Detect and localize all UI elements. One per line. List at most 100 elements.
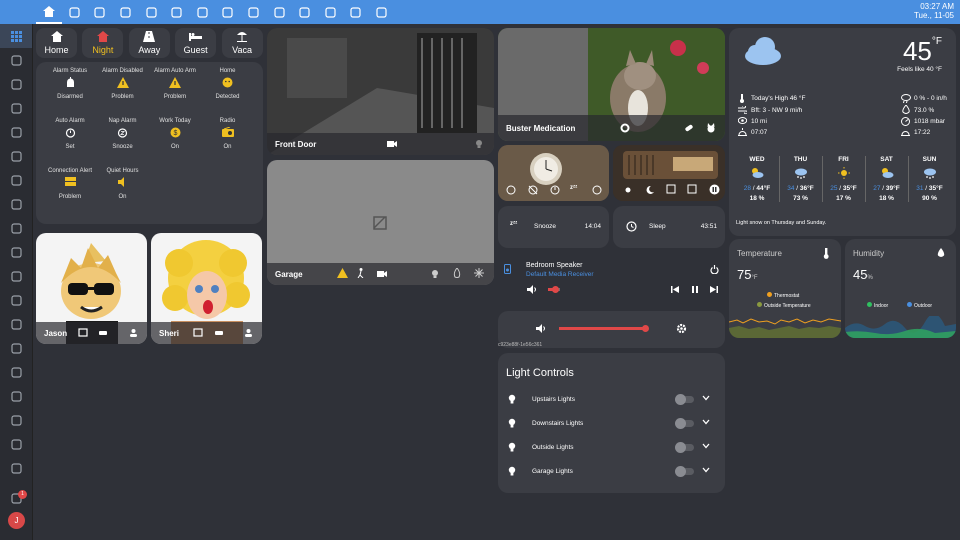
light-bulb-icon[interactable]	[475, 139, 483, 149]
tab-home[interactable]	[36, 0, 62, 24]
light-toggle[interactable]	[675, 394, 694, 405]
power-icon[interactable]	[710, 265, 719, 274]
mode-guest-button[interactable]: Guest	[175, 28, 217, 58]
sidebar-item-tools[interactable]	[0, 168, 32, 192]
tab-washer[interactable]	[215, 0, 241, 24]
snooze-timer-card[interactable]: zᶻᶻ Snooze 14:04	[498, 206, 609, 248]
sidebar-item-box[interactable]	[0, 216, 32, 240]
sidebar-item-puzzle[interactable]	[0, 432, 32, 456]
pill-icon[interactable]	[684, 123, 694, 133]
light-row-outside-lights[interactable]: Outside Lights	[508, 439, 710, 455]
mode-night-button[interactable]: Night	[82, 28, 124, 58]
tab-garage[interactable]	[190, 0, 216, 24]
alarm-cell-alarm-status[interactable]: Alarm Status Disarmed	[45, 68, 95, 100]
sidebar-item-logbook[interactable]	[0, 72, 32, 96]
sidebar-item-bell[interactable]: 1	[0, 486, 33, 510]
garage-camera[interactable]: Garage	[267, 160, 494, 285]
chevron-down-icon[interactable]	[702, 467, 710, 473]
sidebar-item-map[interactable]	[0, 48, 32, 72]
alarm-snooze-icon[interactable]	[592, 185, 602, 195]
sidebar-item-fish[interactable]	[0, 312, 32, 336]
sidebar-item-avatar[interactable]: J	[0, 508, 33, 532]
gear-icon[interactable]	[620, 123, 630, 133]
sidebar-item-gauge[interactable]	[0, 192, 32, 216]
video-icon[interactable]	[387, 139, 397, 148]
chevron-down-icon[interactable]	[702, 443, 710, 449]
tab-car[interactable]	[266, 0, 292, 24]
person-card-sheri[interactable]: Sheri	[151, 233, 262, 344]
tab-thermometer[interactable]	[138, 0, 164, 24]
volume-slider[interactable]	[559, 325, 649, 332]
sidebar-item-braces[interactable]	[0, 144, 32, 168]
light-row-upstairs-lights[interactable]: Upstairs Lights	[508, 391, 710, 407]
sidebar-item-grid[interactable]	[0, 24, 32, 48]
sidebar-item-shield[interactable]	[0, 120, 32, 144]
moon-icon[interactable]	[645, 185, 655, 195]
sidebar-item-terminal[interactable]	[0, 360, 32, 384]
volume-icon[interactable]	[536, 324, 546, 333]
alarm-clock-icon[interactable]	[506, 185, 516, 195]
alarm-cell-connection-alert[interactable]: Connection Alert Problem	[45, 168, 95, 200]
tab-people[interactable]	[87, 0, 113, 24]
tab-calendar[interactable]	[113, 0, 139, 24]
video-icon[interactable]	[377, 269, 387, 278]
alarm-cell-nap-alarm[interactable]: Nap Alarm Snooze	[98, 118, 148, 150]
skip-previous-icon[interactable]	[671, 285, 679, 294]
sleep-icon[interactable]: zᶻᶻ	[570, 185, 577, 191]
chevron-down-icon[interactable]	[702, 395, 710, 401]
pause-circle-icon[interactable]	[709, 184, 720, 195]
light-toggle[interactable]	[675, 466, 694, 477]
alarm-cell-auto-alarm[interactable]: Auto Alarm Set	[45, 118, 95, 150]
sidebar-item-history[interactable]	[0, 96, 32, 120]
alarm-cell-radio[interactable]: Radio On	[203, 118, 253, 150]
radio-icon[interactable]	[687, 184, 697, 194]
tab-bug[interactable]	[318, 0, 344, 24]
slider-knob[interactable]	[642, 325, 649, 332]
timer-icon[interactable]	[550, 185, 560, 195]
sidebar-item-gear[interactable]	[0, 456, 32, 480]
light-row-downstairs-lights[interactable]: Downstairs Lights	[508, 415, 710, 431]
tab-camera[interactable]	[241, 0, 267, 24]
tab-weather-sun[interactable]	[62, 0, 88, 24]
sidebar-item-hammer[interactable]	[0, 408, 32, 432]
buster-medication-card[interactable]: Buster Medication	[498, 28, 725, 141]
humidity-card[interactable]: Humidity 45% Indoor Outdoor	[845, 239, 956, 338]
sidebar-item-network[interactable]	[0, 288, 32, 312]
mode-away-button[interactable]: Away	[128, 28, 170, 58]
cat-icon[interactable]	[706, 123, 716, 133]
temperature-card[interactable]: Temperature 75°F Thermostat Outside Temp…	[729, 239, 841, 338]
alarm-cell-home[interactable]: Home Detected	[203, 68, 253, 100]
tab-router[interactable]	[343, 0, 369, 24]
gear-icon[interactable]	[676, 323, 687, 334]
radio-photo[interactable]	[613, 145, 725, 201]
alarm-cell-quiet-hours[interactable]: Quiet Hours On	[98, 168, 148, 200]
chevron-down-icon[interactable]	[702, 419, 710, 425]
sidebar-item-chip[interactable]	[0, 384, 32, 408]
pause-icon[interactable]	[691, 285, 699, 294]
tab-light-bulb[interactable]	[164, 0, 190, 24]
mode-vaca-button[interactable]: Vaca	[221, 28, 263, 58]
brightness-icon[interactable]	[623, 185, 633, 195]
skip-next-icon[interactable]	[710, 285, 718, 294]
media-volume-slider[interactable]	[548, 286, 560, 293]
sidebar-item-cloud[interactable]	[0, 336, 32, 360]
alarm-cell-alarm-disabled[interactable]: Alarm Disabled Problem	[98, 68, 148, 100]
front-door-camera[interactable]: Front Door	[267, 28, 494, 155]
volume-icon[interactable]	[527, 285, 537, 294]
light-toggle[interactable]	[675, 418, 694, 429]
person-card-jason[interactable]: Jason	[36, 233, 147, 344]
alarm-cell-alarm-auto-arm[interactable]: Alarm Auto Arm Problem	[150, 68, 200, 100]
alarm-off-icon[interactable]	[528, 185, 538, 195]
light-toggle[interactable]	[675, 442, 694, 453]
radio-stop-icon[interactable]	[666, 184, 676, 194]
nap-alarm-photo[interactable]: zᶻᶻ	[498, 145, 609, 201]
alarm-cell-work-today[interactable]: Work Today $ On	[150, 118, 200, 150]
sleep-timer-card[interactable]: Sleep 43:51	[613, 206, 725, 248]
mode-home-button[interactable]: Home	[36, 28, 77, 58]
tab-printer[interactable]	[369, 0, 395, 24]
light-bulb-icon[interactable]	[431, 269, 439, 279]
sidebar-item-code[interactable]	[0, 264, 32, 288]
sidebar-item-list[interactable]	[0, 240, 32, 264]
light-row-garage-lights[interactable]: Garage Lights	[508, 463, 710, 479]
slider-knob[interactable]	[552, 286, 560, 293]
